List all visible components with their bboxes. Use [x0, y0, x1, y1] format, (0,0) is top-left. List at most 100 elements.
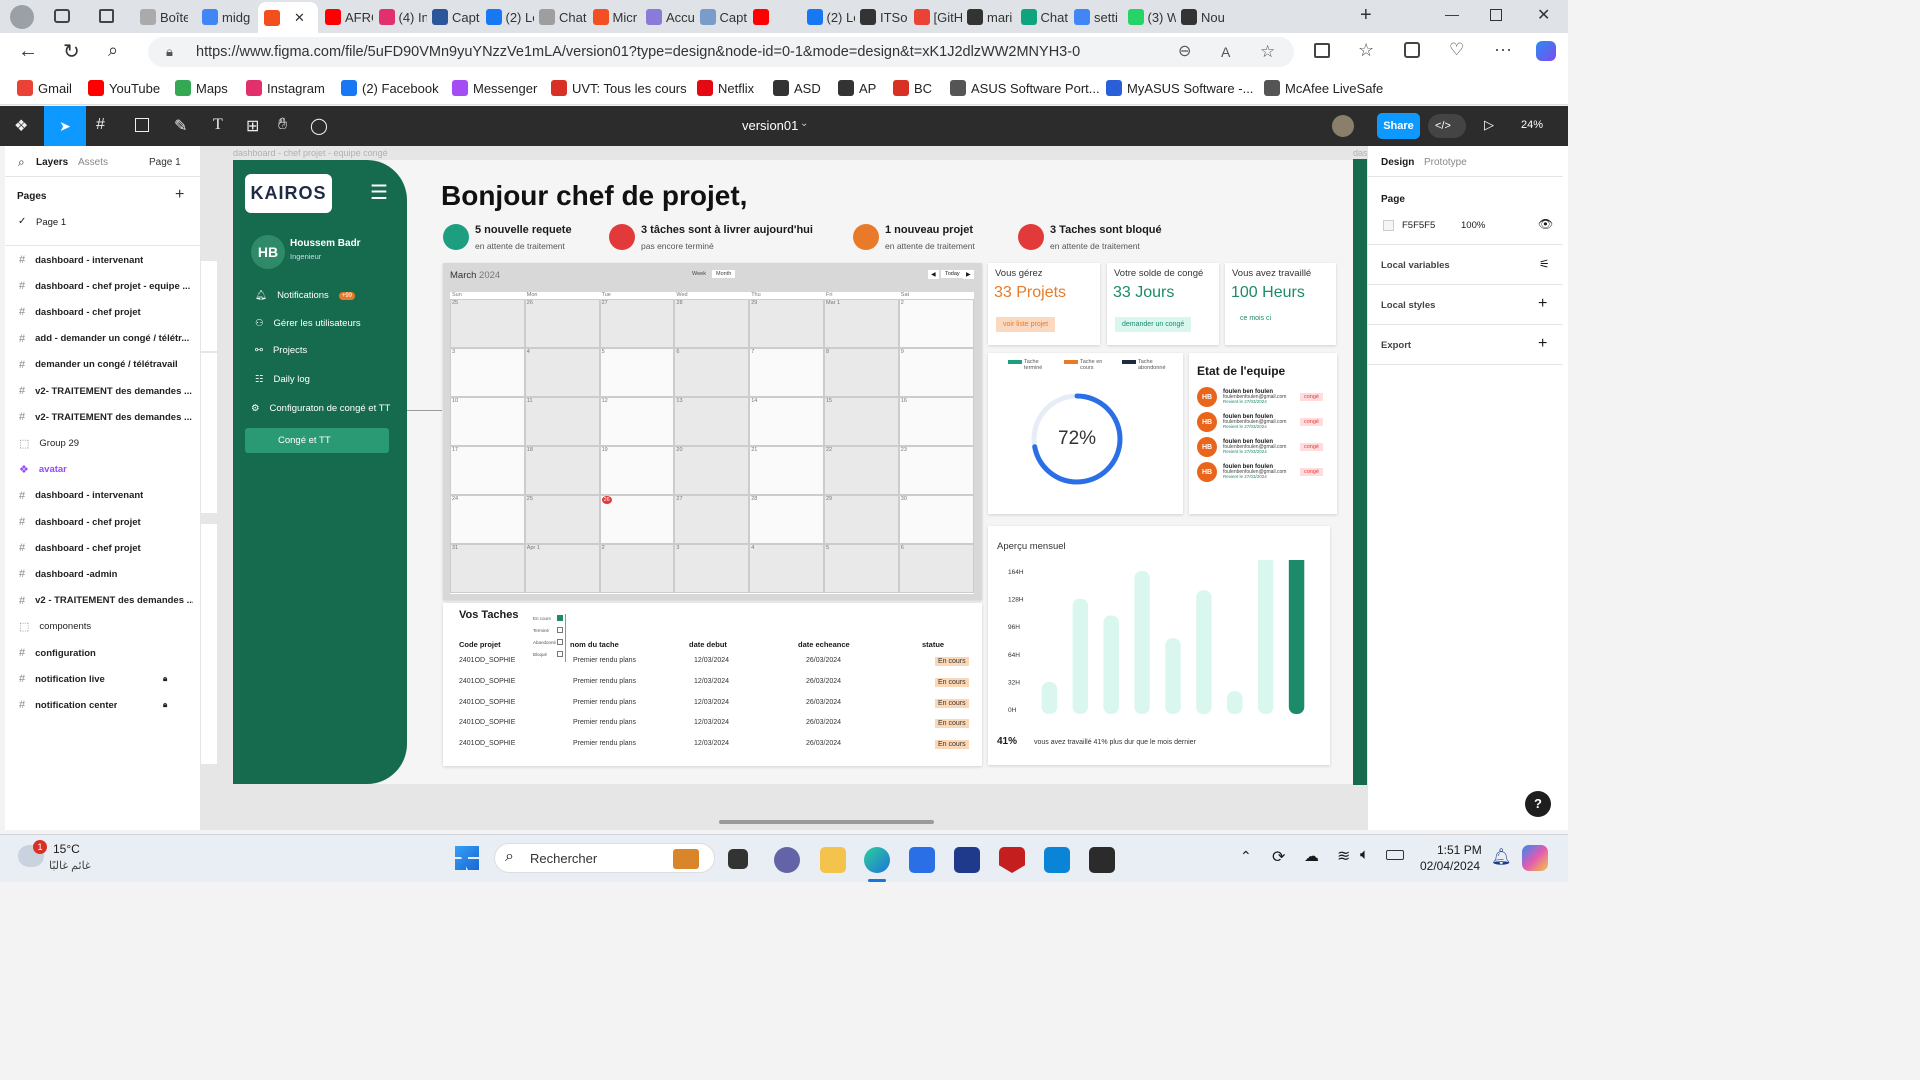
layer-item[interactable]: # notification live 🔒︎ [5, 666, 201, 692]
zoom-level[interactable]: 24% [1521, 119, 1543, 131]
minimize-icon[interactable]: — [1445, 6, 1459, 22]
browser-tab[interactable]: setti [1074, 4, 1122, 30]
calendar-cell[interactable] [450, 495, 525, 544]
profile-avatar-icon[interactable] [10, 5, 34, 29]
nav-conge-tt-active[interactable]: Congé et TT [245, 428, 389, 453]
calendar-cell[interactable] [450, 299, 525, 348]
layer-item[interactable]: # dashboard - intervenant [5, 483, 201, 509]
layer-item[interactable]: ⬚ components [5, 614, 201, 640]
taskbar-date[interactable]: 02/04/2024 [1420, 859, 1480, 873]
team-member[interactable]: HB foulen ben foulen foulenbenfoulen@gmail… [1197, 412, 1286, 432]
local-styles-label[interactable]: Local styles [1381, 300, 1435, 311]
layer-item[interactable]: # dashboard - chef projet [5, 299, 201, 325]
calendar-cell[interactable] [824, 299, 899, 348]
calendar-cell[interactable] [674, 495, 750, 544]
read-aloud-icon[interactable]: A [1221, 37, 1230, 67]
calendar-cell[interactable] [450, 446, 525, 495]
bookmark[interactable]: AP [838, 80, 876, 96]
move-tool-button[interactable]: ➤ [44, 106, 86, 146]
bookmark[interactable]: Gmail [17, 80, 72, 96]
calendar-cell[interactable] [674, 397, 750, 446]
calendar-month-button[interactable]: Month [712, 270, 736, 278]
layer-item[interactable]: ⬚ Group 29 [5, 430, 201, 456]
layer-item[interactable]: # v2- TRAITEMENT des demandes ... [5, 378, 201, 404]
collaborator-avatar[interactable] [1332, 115, 1354, 137]
browser-tab[interactable]: ITSo [860, 4, 908, 30]
nav-config[interactable]: ⚙ Configuraton de congé et TT [251, 403, 390, 414]
browser-tab[interactable]: Boîte [140, 4, 188, 30]
calendar-cell[interactable] [898, 446, 974, 495]
calendar-cell[interactable] [749, 446, 824, 495]
page-selector[interactable]: Page 1 [149, 157, 181, 168]
current-page[interactable]: Page 1 [36, 217, 66, 228]
restore-icon[interactable] [1490, 9, 1502, 21]
calendar-cell[interactable] [524, 446, 600, 495]
layer-item[interactable]: # dashboard - chef projet [5, 509, 201, 535]
kpi-action-button[interactable]: voir liste projet [996, 317, 1056, 332]
copilot-icon[interactable] [1536, 41, 1556, 61]
calendar-cell[interactable] [898, 495, 974, 544]
lock-icon[interactable]: 🔒︎ [163, 700, 167, 710]
page-opacity-value[interactable]: 100% [1461, 220, 1485, 231]
browser-tab[interactable]: (2) Le [806, 4, 855, 30]
calendar-cell[interactable] [524, 348, 600, 397]
calendar-cell[interactable] [898, 544, 974, 593]
tab-layers[interactable]: Layers [36, 157, 68, 168]
layer-item[interactable]: # dashboard -admin [5, 561, 201, 587]
collections-icon[interactable] [1404, 42, 1420, 58]
favorites-icon[interactable]: ☆ [1358, 40, 1374, 61]
weather-temp[interactable]: 15°C [53, 842, 80, 856]
calendar-cell[interactable] [824, 495, 899, 544]
taskbar-time[interactable]: 1:51 PM [1437, 843, 1482, 857]
browser-tab[interactable]: [GitH [913, 4, 962, 30]
browser-tab[interactable] [753, 4, 801, 30]
kpi-action-button[interactable]: ce mois ci [1233, 311, 1278, 326]
calendar-cell[interactable] [824, 446, 899, 495]
frame-tool-icon[interactable]: # [96, 116, 105, 134]
calendar-cell[interactable] [824, 397, 899, 446]
file-name[interactable]: version01 [742, 118, 798, 133]
present-icon[interactable]: ▷ [1484, 117, 1494, 133]
lock-icon[interactable]: 🔒︎ [163, 674, 167, 684]
calendar-cell[interactable] [749, 299, 824, 348]
frame-label[interactable]: dashboard - chef projet - equipe congé [233, 148, 388, 158]
search-layers-icon[interactable]: ⌕ [18, 155, 25, 170]
calendar-cell[interactable] [450, 397, 525, 446]
vertical-tabs-icon[interactable] [99, 9, 114, 23]
browser-tab[interactable]: Micr [592, 4, 641, 30]
nav-projects[interactable]: ⚯ Projects [255, 345, 307, 356]
bookmark[interactable]: MyASUS Software -... [1106, 80, 1253, 96]
browser-tab[interactable]: (2) Le [485, 4, 534, 30]
local-variables-label[interactable]: Local variables [1381, 260, 1450, 271]
calendar-prev-button[interactable]: ◀ [928, 270, 939, 279]
close-tab-icon[interactable]: ✕ [294, 10, 305, 26]
calendar-cell[interactable] [749, 348, 824, 397]
notification-bell-icon[interactable]: 🔔︎ [1491, 847, 1511, 867]
filter-checkbox[interactable] [557, 639, 563, 645]
layer-item[interactable]: # notification center 🔒︎ [5, 692, 201, 718]
visibility-eye-icon[interactable]: 👁︎ [1538, 217, 1553, 231]
browser-tab[interactable]: Nou [1181, 4, 1229, 30]
layer-item[interactable]: ❖ avatar [5, 457, 201, 483]
file-explorer-icon[interactable] [820, 847, 846, 873]
browser-tab[interactable]: Capt [432, 4, 480, 30]
help-button[interactable]: ? [1525, 791, 1551, 817]
layer-item[interactable]: # v2 - TRAITEMENT des demandes ... [5, 588, 201, 614]
export-label[interactable]: Export [1381, 340, 1411, 351]
more-icon[interactable]: ··· [1494, 39, 1512, 60]
close-window-icon[interactable]: ✕ [1537, 5, 1550, 25]
bookmark[interactable]: Maps [175, 80, 228, 96]
edge-icon[interactable] [864, 847, 890, 873]
bookmark[interactable]: Netflix [697, 80, 754, 96]
calendar-cell[interactable] [898, 348, 974, 397]
vpn-icon[interactable]: ☁︎ [1304, 847, 1319, 865]
bookmark[interactable]: UVT: Tous les cours [551, 80, 687, 96]
side-frame-right[interactable] [1353, 159, 1367, 785]
side-frame-left[interactable] [201, 261, 217, 351]
zoom-icon[interactable]: ⊖ [1178, 37, 1191, 67]
layer-item[interactable]: # add - demander un congé / télétr... [5, 326, 201, 352]
calendar-week-button[interactable]: Week [692, 271, 706, 277]
layer-item[interactable]: # demander un congé / télétravail [5, 352, 201, 378]
workspaces-icon[interactable] [54, 9, 70, 23]
calendar-cell[interactable] [674, 544, 750, 593]
